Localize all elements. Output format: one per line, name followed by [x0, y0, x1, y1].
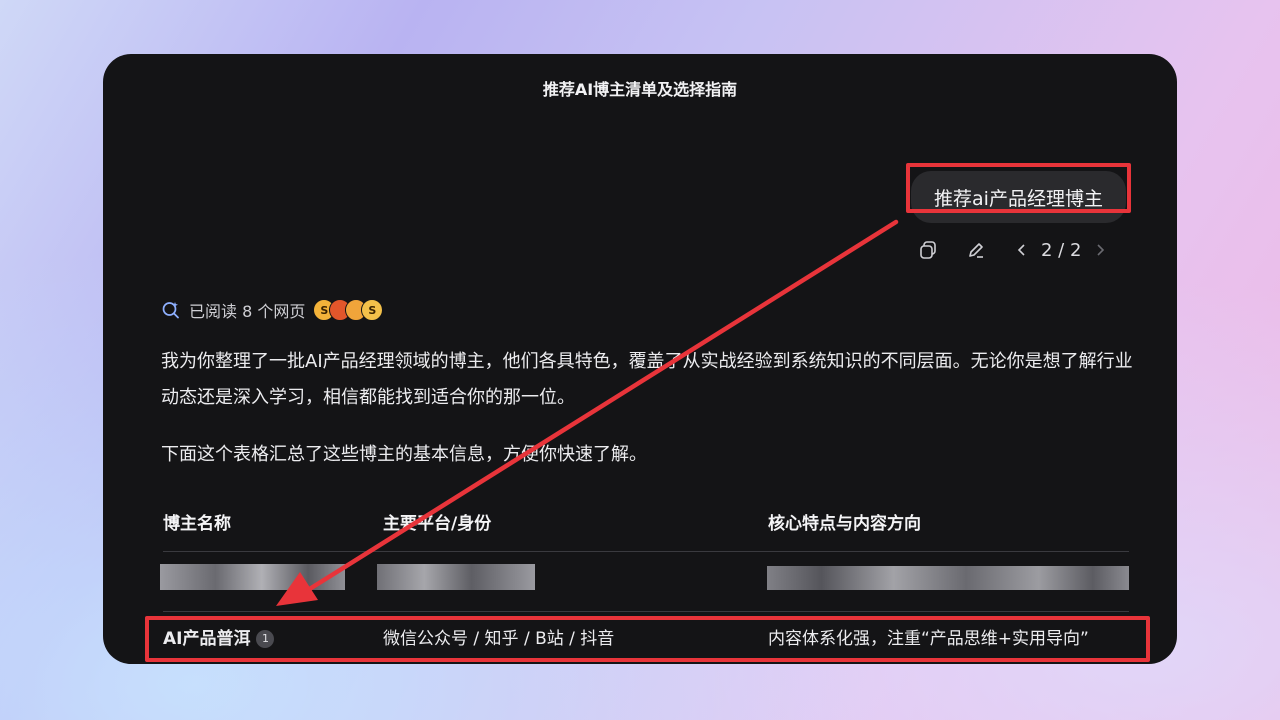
header-name: 博主名称	[163, 514, 231, 534]
source-favicon: S	[361, 299, 384, 321]
table-divider	[163, 611, 1129, 612]
answer-paragraph: 我为你整理了一批AI产品经理领域的博主，他们各具特色，覆盖了从实战经验到系统知识…	[161, 351, 1133, 408]
chevron-left-icon	[1017, 244, 1025, 256]
sources-label: 已阅读 8 个网页	[189, 302, 306, 321]
edit-button[interactable]	[963, 237, 989, 263]
chevron-right-icon	[1097, 244, 1105, 256]
highlight-box-row	[145, 616, 1150, 662]
header-platform: 主要平台/身份	[383, 514, 492, 534]
table-divider	[163, 551, 1129, 552]
sources-row[interactable]: 已阅读 8 个网页 S S	[161, 298, 384, 322]
redacted-cell	[767, 566, 1129, 590]
conversation-title: 推荐AI博主清单及选择指南	[542, 80, 738, 99]
message-actions: 2 / 2	[915, 236, 1113, 264]
chat-window: 推荐AI博主清单及选择指南 推荐ai产品经理博主 2 / 2 已阅读 8 个网页…	[103, 54, 1177, 664]
version-pager: 2 / 2	[1041, 239, 1082, 261]
redacted-cell	[377, 564, 535, 590]
source-favicons: S S	[313, 299, 384, 321]
search-sparkle-icon	[162, 302, 179, 319]
header-feature: 核心特点与内容方向	[768, 514, 921, 534]
redacted-cell	[160, 564, 345, 590]
previous-version-button[interactable]	[1009, 237, 1035, 263]
highlight-box-question	[906, 163, 1131, 213]
next-version-button[interactable]	[1087, 237, 1113, 263]
pencil-icon	[969, 243, 983, 258]
answer-paragraph: 下面这个表格汇总了这些博主的基本信息，方便你快速了解。	[161, 444, 647, 465]
table-header: 博主名称 主要平台/身份 核心特点与内容方向	[161, 509, 1129, 535]
copy-button[interactable]	[915, 237, 941, 263]
copy-icon	[920, 241, 936, 259]
